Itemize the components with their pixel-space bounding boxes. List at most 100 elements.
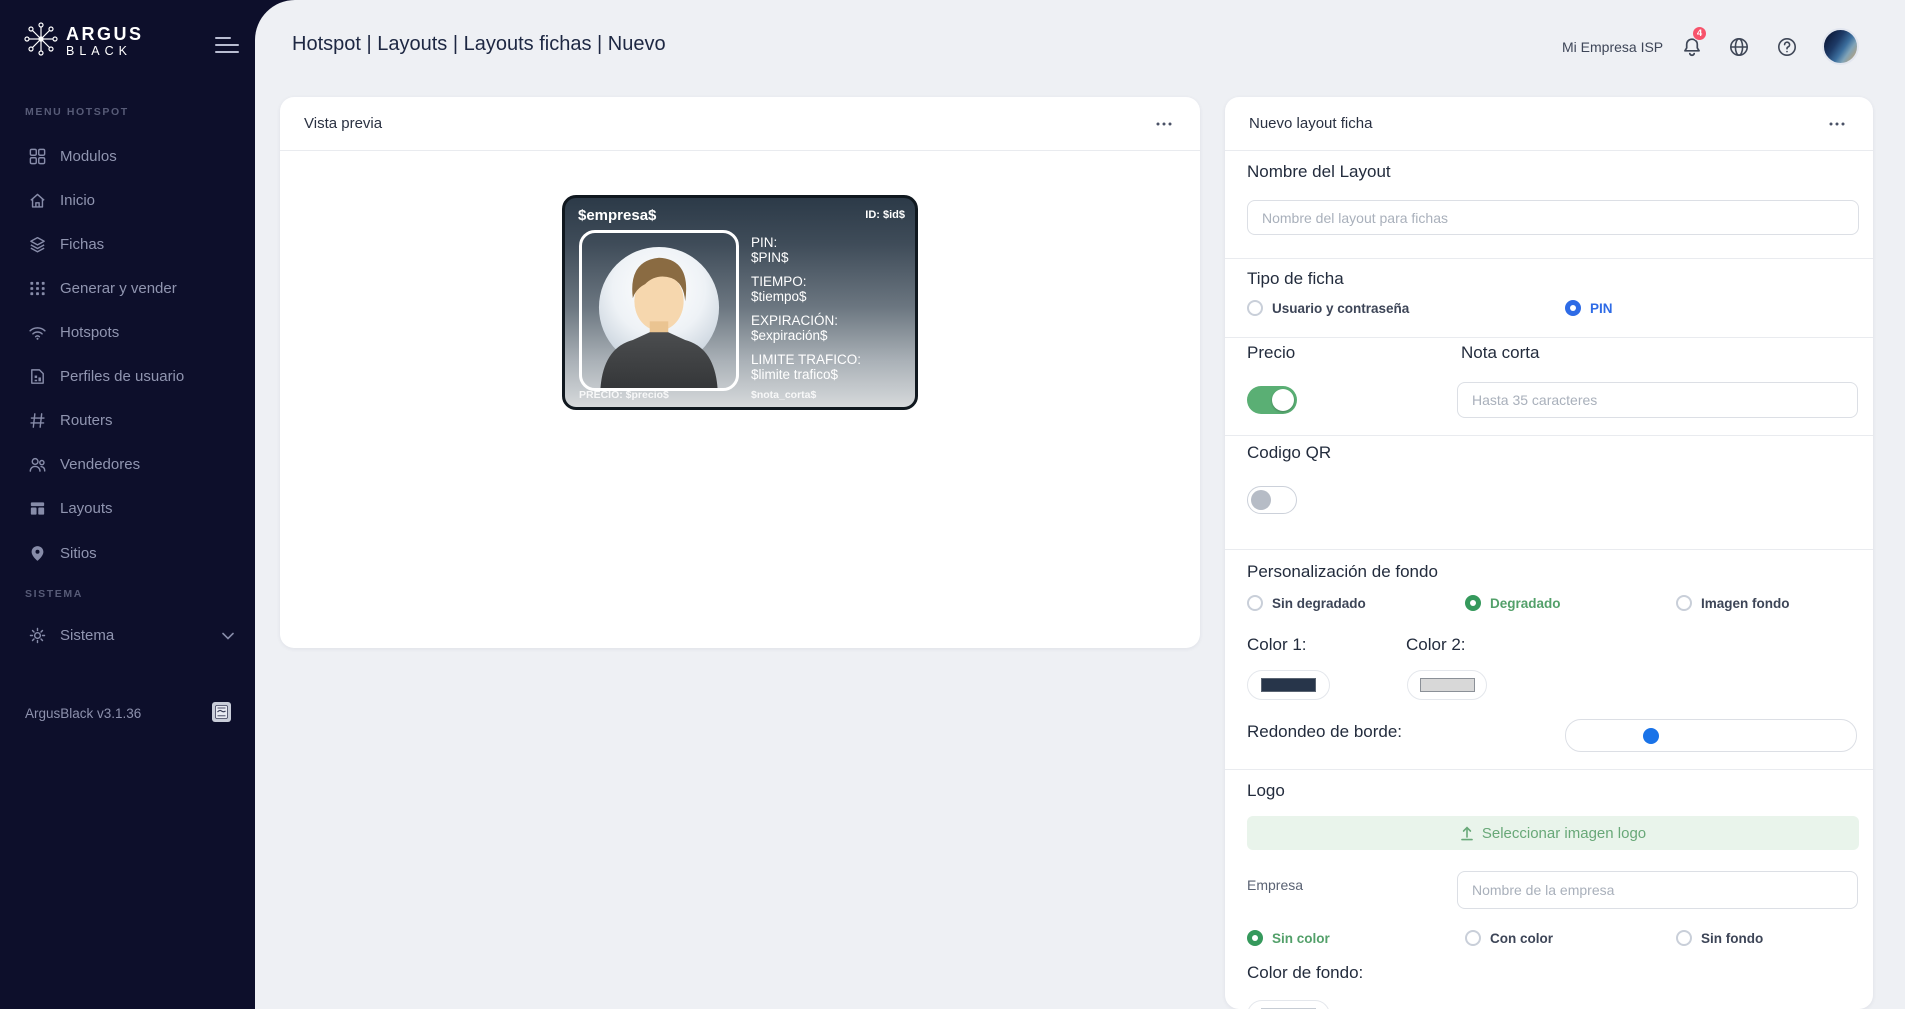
sidebar-section-system: SISTEMA xyxy=(25,588,83,600)
slider-thumb[interactable] xyxy=(1643,728,1659,744)
radio-label: PIN xyxy=(1590,301,1613,316)
color2-label: Color 2: xyxy=(1406,635,1466,655)
sidebar-item-label: Perfiles de usuario xyxy=(60,368,184,385)
radio-circle-icon xyxy=(1247,300,1263,316)
border-radius-slider[interactable] xyxy=(1565,719,1857,752)
bgcolor-swatch[interactable] xyxy=(1247,1000,1330,1009)
ticket-expiracion-value: $expiración$ xyxy=(751,328,861,343)
ticket-nota: $nota_corta$ xyxy=(751,389,816,401)
divider xyxy=(1225,258,1873,259)
preview-card-title: Vista previa xyxy=(304,115,382,132)
radio-sin-degradado[interactable]: Sin degradado xyxy=(1247,595,1366,611)
logo-section-label: Logo xyxy=(1247,781,1285,801)
radio-label: Sin degradado xyxy=(1272,596,1366,611)
radio-circle-icon xyxy=(1676,930,1692,946)
ticket-tiempo-value: $tiempo$ xyxy=(751,289,861,304)
dots-grid-icon xyxy=(28,279,47,298)
sidebar-item-generar-y-vender[interactable]: Generar y vender xyxy=(0,266,255,310)
radio-pin[interactable]: PIN xyxy=(1565,300,1613,316)
ticket-preview: $empresa$ ID: $id$ xyxy=(562,195,918,410)
radio-usuario-contrasena[interactable]: Usuario y contraseña xyxy=(1247,300,1409,316)
company-name-input[interactable] xyxy=(1457,871,1858,909)
radio-selected-icon xyxy=(1465,595,1481,611)
price-toggle[interactable] xyxy=(1247,386,1297,414)
layers-icon xyxy=(28,235,47,254)
color1-swatch[interactable] xyxy=(1247,670,1330,700)
help-icon[interactable] xyxy=(1776,36,1798,58)
name-label: Nombre del Layout xyxy=(1247,162,1391,182)
upload-icon xyxy=(1460,826,1474,841)
radio-selected-icon xyxy=(1247,930,1263,946)
sidebar: ARGUS BLACK MENU HOTSPOT Modulos Inicio … xyxy=(0,0,255,1009)
layout-name-input[interactable] xyxy=(1247,200,1859,235)
qr-label: Codigo QR xyxy=(1247,443,1331,463)
sidebar-item-modulos[interactable]: Modulos xyxy=(0,134,255,178)
sidebar-item-label: Inicio xyxy=(60,192,95,209)
sidebar-item-vendedores[interactable]: Vendedores xyxy=(0,442,255,486)
ticket-id: ID: $id$ xyxy=(865,209,905,221)
sidebar-item-hotspots[interactable]: Hotspots xyxy=(0,310,255,354)
radio-label: Sin color xyxy=(1272,931,1330,946)
card-menu-icon[interactable] xyxy=(1825,114,1849,134)
radio-imagen-fondo[interactable]: Imagen fondo xyxy=(1676,595,1790,611)
divider xyxy=(1225,337,1873,338)
app-version: ArgusBlack v3.1.36 xyxy=(25,706,141,721)
sidebar-item-label: Layouts xyxy=(60,500,113,517)
select-logo-label: Seleccionar imagen logo xyxy=(1482,825,1646,842)
radio-con-color[interactable]: Con color xyxy=(1465,930,1553,946)
color1-value xyxy=(1261,678,1316,692)
divider xyxy=(1225,435,1873,436)
ticket-pin-label: PIN: xyxy=(751,235,861,250)
color2-swatch[interactable] xyxy=(1407,670,1487,700)
sidebar-toggle-icon[interactable] xyxy=(214,35,240,55)
grid-icon xyxy=(28,147,47,166)
ticket-precio: PRECIO: $precio$ xyxy=(579,389,669,401)
breadcrumb: Hotspot | Layouts | Layouts fichas | Nue… xyxy=(292,33,666,56)
new-layout-form-card: Nuevo layout ficha Nombre del Layout Tip… xyxy=(1225,97,1873,1009)
divider xyxy=(1225,549,1873,550)
price-label: Precio xyxy=(1247,343,1295,363)
radio-label: Con color xyxy=(1490,931,1553,946)
sidebar-item-routers[interactable]: Routers xyxy=(0,398,255,442)
bgcolor-label: Color de fondo: xyxy=(1247,963,1363,983)
divider xyxy=(1225,769,1873,770)
radio-selected-icon xyxy=(1565,300,1581,316)
certification-badge-icon xyxy=(212,702,231,722)
sidebar-item-sitios[interactable]: Sitios xyxy=(0,531,255,575)
background-section-label: Personalización de fondo xyxy=(1247,562,1438,582)
short-note-input[interactable] xyxy=(1457,382,1858,418)
radio-circle-icon xyxy=(1465,930,1481,946)
wifi-icon xyxy=(28,323,47,342)
qr-toggle[interactable] xyxy=(1247,486,1297,514)
form-card-header: Nuevo layout ficha xyxy=(1225,97,1873,151)
radio-sin-fondo[interactable]: Sin fondo xyxy=(1676,930,1763,946)
radio-sin-color[interactable]: Sin color xyxy=(1247,930,1330,946)
ticket-limite-label: LIMITE TRAFICO: xyxy=(751,352,861,367)
sidebar-item-layouts[interactable]: Layouts xyxy=(0,486,255,530)
color1-label: Color 1: xyxy=(1247,635,1307,655)
color2-value xyxy=(1420,678,1475,692)
home-icon xyxy=(28,191,47,210)
radio-degradado[interactable]: Degradado xyxy=(1465,595,1561,611)
sidebar-item-inicio[interactable]: Inicio xyxy=(0,178,255,222)
sidebar-item-label: Hotspots xyxy=(60,324,119,341)
language-globe-icon[interactable] xyxy=(1728,36,1750,58)
layout-icon xyxy=(28,499,47,518)
select-logo-button[interactable]: Seleccionar imagen logo xyxy=(1247,816,1859,850)
radio-label: Usuario y contraseña xyxy=(1272,301,1409,316)
sidebar-item-perfiles-de-usuario[interactable]: Perfiles de usuario xyxy=(0,354,255,398)
ticket-expiracion-label: EXPIRACIÓN: xyxy=(751,313,861,328)
sidebar-item-fichas[interactable]: Fichas xyxy=(0,222,255,266)
toggle-knob xyxy=(1272,389,1294,411)
sidebar-item-label: Sistema xyxy=(60,627,114,644)
radio-label: Sin fondo xyxy=(1701,931,1763,946)
user-avatar[interactable] xyxy=(1822,28,1859,65)
ticket-info: PIN: $PIN$ TIEMPO: $tiempo$ EXPIRACIÓN: … xyxy=(751,235,861,391)
ticket-avatar-placeholder xyxy=(579,230,739,391)
card-menu-icon[interactable] xyxy=(1152,114,1176,134)
type-label: Tipo de ficha xyxy=(1247,269,1344,289)
sidebar-item-sistema[interactable]: Sistema xyxy=(0,613,255,657)
ticket-limite-value: $limite trafico$ xyxy=(751,367,861,382)
form-card-title: Nuevo layout ficha xyxy=(1249,115,1372,132)
toggle-knob xyxy=(1251,490,1271,510)
